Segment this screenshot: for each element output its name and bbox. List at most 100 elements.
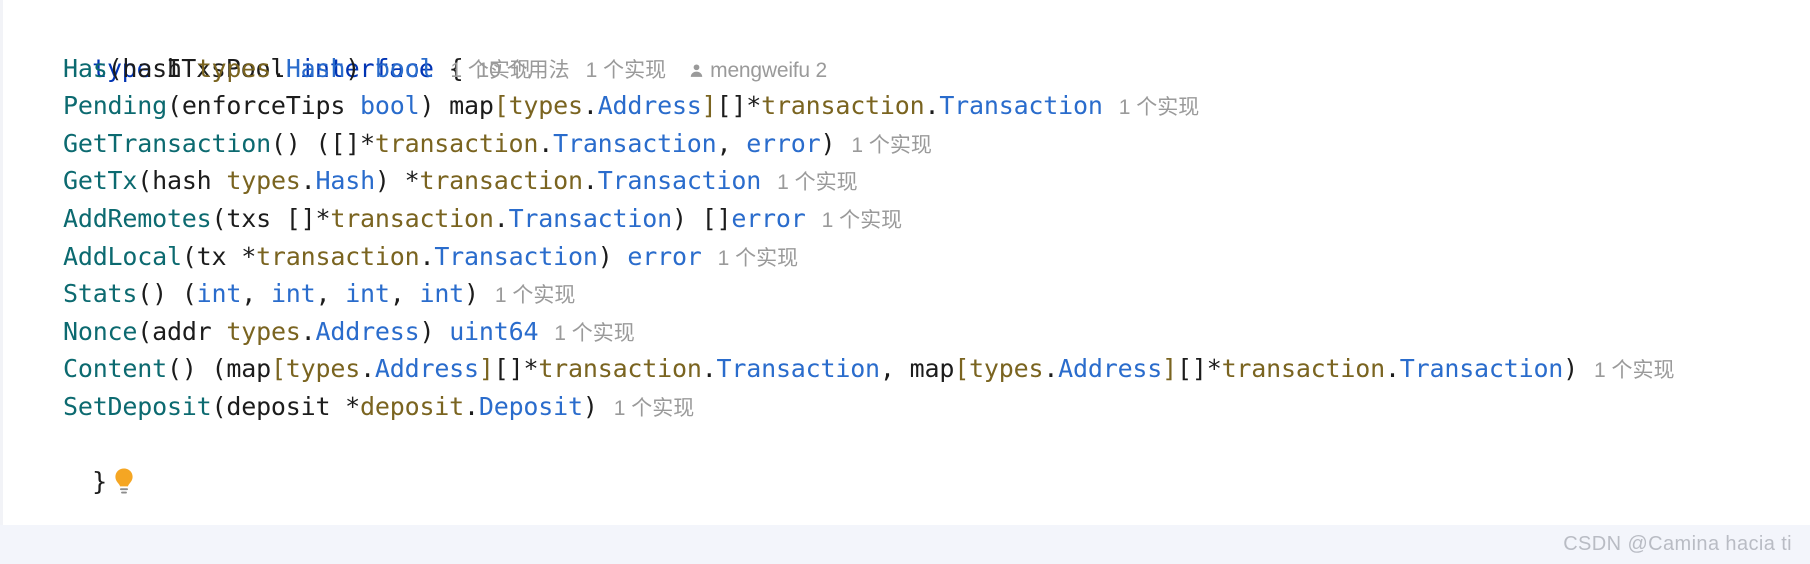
code-token: bool xyxy=(360,91,420,121)
code-token: deposit xyxy=(360,391,465,421)
code-token: transaction xyxy=(761,91,925,121)
code-line-method-setdeposit[interactable]: SetDeposit(deposit *deposit.Deposit) 1 个实… xyxy=(3,388,1810,426)
lightbulb-icon[interactable] xyxy=(111,467,137,507)
code-token: . xyxy=(270,53,286,83)
code-token: ( xyxy=(107,53,123,83)
code-token: Transaction xyxy=(434,241,598,271)
code-token: int xyxy=(196,279,242,309)
code-line-method-addlocal[interactable]: AddLocal(tx *transaction.Transaction) er… xyxy=(3,238,1810,276)
code-token: ] xyxy=(478,354,494,384)
code-line-method-gettransaction[interactable]: GetTransaction() ([]*transaction.Transac… xyxy=(3,125,1810,163)
code-token: , xyxy=(241,279,271,309)
code-token: Address xyxy=(315,316,420,346)
close-brace: } xyxy=(92,467,107,497)
code-token: ) xyxy=(1563,354,1579,384)
code-token: enforceTips xyxy=(181,91,361,121)
code-token: Transaction xyxy=(508,203,673,233)
code-token: , xyxy=(716,128,747,158)
code-line-method-nonce[interactable]: Nonce(addr types.Address) uint64 1 个实现 xyxy=(3,313,1810,351)
method-name[interactable]: Nonce xyxy=(63,317,137,346)
code-token: ( xyxy=(211,203,227,233)
method-name[interactable]: Pending xyxy=(63,91,167,120)
method-name[interactable]: AddLocal xyxy=(63,242,182,271)
code-token: []* xyxy=(493,354,539,384)
code-token: . xyxy=(582,166,598,196)
code-line-closing-brace[interactable]: } xyxy=(3,426,1810,496)
code-token: types xyxy=(226,316,301,346)
code-token: Hash xyxy=(315,166,376,196)
code-token: map xyxy=(226,354,271,384)
code-token: ) xyxy=(582,391,598,421)
method-name[interactable]: Stats xyxy=(63,279,137,308)
code-token: ) xyxy=(419,316,450,346)
code-token: Transaction xyxy=(553,128,717,158)
code-token: [ xyxy=(954,354,970,384)
code-token: hash xyxy=(122,53,197,83)
code-token: , xyxy=(389,279,420,309)
code-token: transaction xyxy=(330,203,494,233)
code-editor: type ITxsPool interface {10 个用法 1 个实现 meng… xyxy=(0,0,1810,564)
code-token: Address xyxy=(597,91,702,121)
code-token: ] xyxy=(1162,354,1177,384)
code-line-interface-declaration[interactable]: type ITxsPool interface {10 个用法 1 个实现 meng… xyxy=(3,12,1810,83)
code-token: ) xyxy=(464,279,479,309)
implementations-hint[interactable]: 1 个实现 xyxy=(434,59,531,82)
code-token: types xyxy=(285,354,361,384)
code-line-method-addremotes[interactable]: AddRemotes(txs []*transaction.Transactio… xyxy=(3,200,1810,238)
code-line-method-stats[interactable]: Stats() (int, int, int, int) 1 个实现 xyxy=(3,275,1810,313)
code-token: [ xyxy=(493,91,509,121)
code-token: []* xyxy=(285,203,331,233)
code-token: () ( xyxy=(166,354,227,384)
code-line-method-pending[interactable]: Pending(enforceTips bool) map[types.Addr… xyxy=(3,87,1810,125)
code-token: types xyxy=(969,354,1044,384)
code-line-method-gettx[interactable]: GetTx(hash types.Hash) *transaction.Tran… xyxy=(3,162,1810,200)
code-token: bool xyxy=(374,53,435,83)
code-token: error xyxy=(627,241,702,271)
implementations-hint[interactable]: 1 个实现 xyxy=(1578,359,1675,382)
method-name[interactable]: SetDeposit xyxy=(63,392,212,421)
code-token: hash xyxy=(152,166,227,196)
implementations-hint[interactable]: 1 个实现 xyxy=(479,284,576,307)
code-token: Address xyxy=(374,354,479,384)
code-token: types xyxy=(226,166,301,196)
method-name[interactable]: AddRemotes xyxy=(63,204,212,233)
code-token: . xyxy=(1043,354,1059,384)
code-token: Transaction xyxy=(939,91,1103,121)
code-token: Transaction xyxy=(1399,354,1564,384)
code-token: . xyxy=(924,91,940,121)
method-name[interactable]: GetTx xyxy=(63,166,137,195)
code-token: map xyxy=(909,354,955,384)
code-token: types xyxy=(196,53,271,83)
code-token: () ( xyxy=(137,279,197,309)
code-token: ( xyxy=(181,241,197,271)
interface-method-list: Has(hash types.Hash) bool 1 个实现 Pending(en… xyxy=(3,50,1810,426)
code-token: transaction xyxy=(1221,354,1386,384)
method-name[interactable]: Content xyxy=(63,354,167,383)
code-token: ) xyxy=(345,53,375,83)
code-token: , xyxy=(315,279,346,309)
code-token: Transaction xyxy=(597,166,762,196)
implementations-hint[interactable]: 1 个实现 xyxy=(835,134,932,157)
method-name[interactable]: GetTransaction xyxy=(63,129,271,158)
code-content[interactable]: type ITxsPool interface {10 个用法 1 个实现 meng… xyxy=(3,0,1810,525)
code-token: deposit * xyxy=(226,391,361,421)
implementations-hint[interactable]: 1 个实现 xyxy=(598,397,695,420)
implementations-hint[interactable]: 1 个实现 xyxy=(1103,96,1200,119)
code-token: addr xyxy=(152,316,227,346)
code-token: ) * xyxy=(374,166,420,196)
code-token: ) xyxy=(419,91,450,121)
code-token: txs xyxy=(226,203,286,233)
implementations-hint[interactable]: 1 个实现 xyxy=(806,209,903,232)
code-token: Transaction xyxy=(716,354,881,384)
implementations-hint[interactable]: 1 个实现 xyxy=(538,322,635,345)
method-name[interactable]: Has xyxy=(63,54,108,83)
code-token: uint64 xyxy=(449,316,539,346)
code-token: . xyxy=(300,316,316,346)
implementations-hint[interactable]: 1 个实现 xyxy=(761,171,858,194)
implementations-hint[interactable]: 1 个实现 xyxy=(702,247,799,270)
code-line-method-has[interactable]: Has(hash types.Hash) bool 1 个实现 xyxy=(3,50,1810,88)
code-line-method-content[interactable]: Content() (map[types.Address][]*transact… xyxy=(3,350,1810,388)
code-token: transaction xyxy=(419,166,583,196)
code-token: tx * xyxy=(196,241,257,271)
code-token: . xyxy=(1384,354,1400,384)
